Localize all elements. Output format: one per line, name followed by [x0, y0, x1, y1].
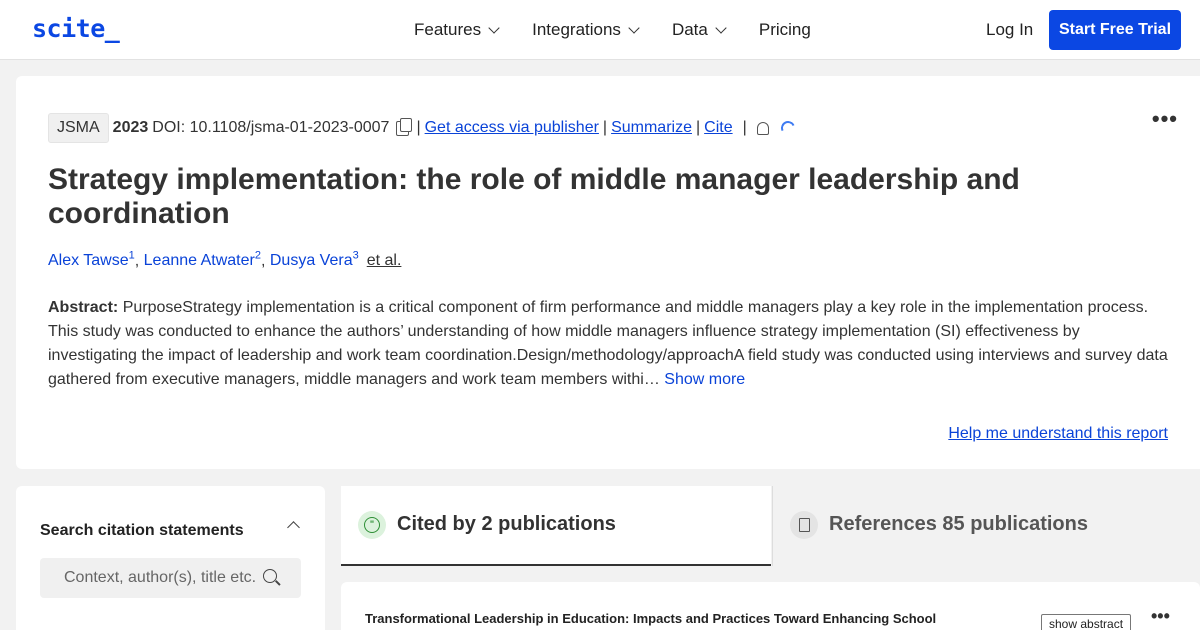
loading-spinner-icon	[778, 119, 797, 137]
nav-data[interactable]: Data	[672, 20, 727, 40]
help-understand-report-link[interactable]: Help me understand this report	[948, 425, 1168, 443]
show-more-link[interactable]: Show more	[664, 371, 745, 388]
cite-link[interactable]: Cite	[704, 119, 732, 137]
paper-card: JSMA 2023 DOI: 10.1108/jsma-01-2023-0007…	[16, 76, 1200, 469]
chevron-down-icon	[488, 21, 500, 34]
paper-meta-row: JSMA 2023 DOI: 10.1108/jsma-01-2023-0007…	[48, 113, 797, 143]
citation-tabs: " Cited by 2 publications References 85 …	[341, 486, 1200, 566]
more-options-icon[interactable]: •••	[1151, 606, 1170, 627]
et-al-link[interactable]: et al.	[367, 252, 402, 269]
top-navbar: scite_ Features Integrations Data Pricin…	[0, 0, 1200, 60]
get-access-link[interactable]: Get access via publisher	[425, 119, 599, 137]
bell-icon[interactable]	[756, 121, 769, 135]
show-abstract-button[interactable]: show abstract	[1041, 614, 1132, 630]
citation-result-card: Transformational Leadership in Education…	[341, 582, 1200, 630]
nav-pricing[interactable]: Pricing	[759, 20, 811, 40]
doi-text: DOI: 10.1108/jsma-01-2023-0007	[152, 119, 390, 136]
result-title[interactable]: Transformational Leadership in Education…	[365, 611, 936, 626]
main-nav: Features Integrations Data Pricing	[414, 0, 845, 60]
chevron-down-icon	[715, 21, 727, 34]
nav-features[interactable]: Features	[414, 20, 500, 40]
more-options-icon[interactable]: •••	[1152, 106, 1178, 132]
abstract: Abstract: PurposeStrategy implementation…	[48, 299, 1168, 388]
paper-title: Strategy implementation: the role of mid…	[48, 163, 1020, 230]
quote-icon: "	[358, 511, 386, 539]
author-link[interactable]: Dusya Vera3	[270, 250, 359, 269]
search-citations-heading: Search citation statements	[40, 522, 244, 539]
publication-year: 2023	[112, 119, 149, 136]
copy-icon[interactable]	[396, 117, 413, 136]
document-icon	[790, 511, 818, 539]
journal-badge[interactable]: JSMA	[48, 113, 109, 143]
author-list: Alex Tawse1, Leanne Atwater2, Dusya Vera…	[48, 250, 402, 270]
tab-cited-by[interactable]: " Cited by 2 publications	[341, 486, 771, 566]
search-icon[interactable]	[263, 569, 277, 583]
tab-references[interactable]: References 85 publications	[772, 486, 1200, 566]
start-free-trial-button[interactable]: Start Free Trial	[1049, 10, 1181, 50]
chevron-down-icon	[628, 21, 640, 34]
chevron-up-icon[interactable]	[287, 521, 300, 534]
search-placeholder: Context, author(s), title etc.	[64, 569, 257, 586]
author-link[interactable]: Leanne Atwater2	[144, 250, 261, 269]
author-link[interactable]: Alex Tawse1	[48, 250, 135, 269]
citation-search-panel: Search citation statements Context, auth…	[16, 486, 325, 630]
nav-integrations[interactable]: Integrations	[532, 20, 640, 40]
scite-logo[interactable]: scite_	[32, 14, 120, 43]
summarize-link[interactable]: Summarize	[611, 119, 692, 137]
login-link[interactable]: Log In	[986, 20, 1033, 40]
